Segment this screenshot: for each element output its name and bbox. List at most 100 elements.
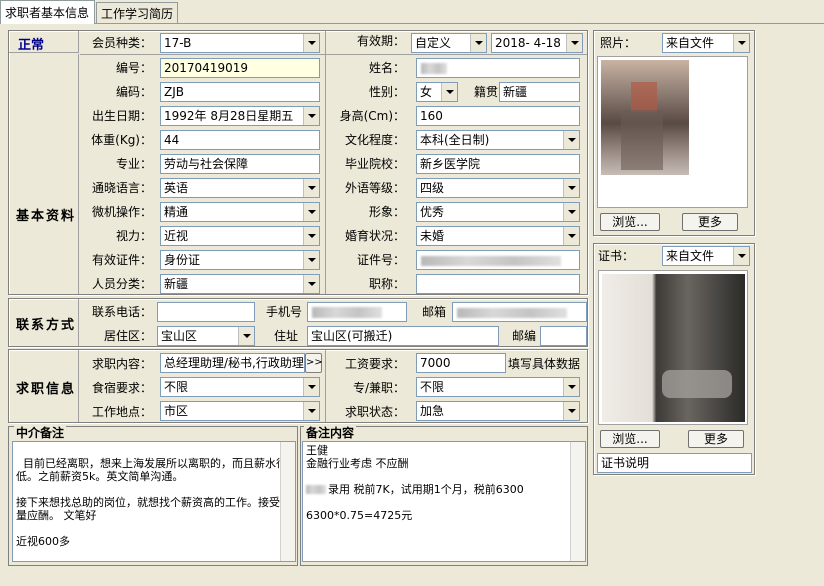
- job-content-field[interactable]: 总经理助理/秘书,行政助理: [160, 353, 305, 373]
- name-field[interactable]: [416, 58, 580, 78]
- remarks-line: 金融行业考虑 不应酬: [306, 457, 409, 470]
- cert-box[interactable]: [598, 270, 748, 425]
- chevron-down-icon: [737, 41, 746, 45]
- board-select[interactable]: 不限: [160, 377, 320, 397]
- agency-notes-title: 中介备注: [14, 424, 67, 441]
- section-basic-title: 基本资料: [16, 209, 77, 224]
- chevron-down-icon: [474, 41, 483, 45]
- email-label: 邮箱: [421, 305, 446, 319]
- scrollbar[interactable]: [280, 442, 295, 561]
- postcode-field[interactable]: [540, 326, 587, 346]
- weight-field[interactable]: 44: [160, 130, 320, 150]
- validity-mode-select[interactable]: 自定义: [411, 33, 487, 53]
- gender-select[interactable]: 女: [416, 82, 458, 102]
- native-field[interactable]: 新疆: [499, 82, 580, 102]
- board-label: 食宿要求：: [91, 381, 152, 395]
- cert-browse-button[interactable]: 浏览...: [600, 430, 660, 448]
- id-no-label: 证件号：: [356, 253, 405, 267]
- category-select[interactable]: 新疆: [160, 274, 320, 294]
- chevron-down-icon: [307, 114, 316, 118]
- education-label: 文化程度：: [344, 133, 405, 147]
- major-field[interactable]: 劳动与社会保障: [160, 154, 320, 174]
- photo-image: [601, 60, 689, 175]
- cert-label: 证书：: [598, 249, 635, 263]
- agency-notes-text: 目前已经离职，想来上海发展所以离职的，而且薪水很低。之前薪资5k。英文简单沟通。…: [16, 457, 291, 548]
- computer-label: 微机操作：: [91, 205, 152, 219]
- chevron-down-icon: [307, 41, 316, 45]
- chevron-down-icon: [570, 41, 579, 45]
- tab-basic-info[interactable]: 求职者基本信息: [0, 0, 95, 24]
- chevron-down-icon: [242, 334, 251, 338]
- job-status-select[interactable]: 加急: [416, 401, 580, 421]
- remarks-memo[interactable]: 王健 金融行业考虑 不应酬 录用 税前7K，试用期1个月，税前6300 6300…: [302, 441, 586, 562]
- cert-more-button[interactable]: 更多: [688, 430, 744, 448]
- height-field[interactable]: 160: [416, 106, 580, 126]
- remarks-line-wrap: 录用 税前7K，试用期1个月，税前6300: [306, 483, 582, 496]
- lang-level-select[interactable]: 四级: [416, 178, 580, 198]
- cert-description-field[interactable]: 证书说明: [597, 453, 752, 473]
- chevron-down-icon: [307, 409, 316, 413]
- serial-field[interactable]: 20170419019: [160, 58, 320, 78]
- validity-date-picker[interactable]: 2018- 4-18: [491, 33, 583, 53]
- school-field[interactable]: 新乡医学院: [416, 154, 580, 174]
- appearance-select[interactable]: 优秀: [416, 202, 580, 222]
- chevron-down-icon: [307, 234, 316, 238]
- chevron-down-icon: [567, 210, 576, 214]
- postcode-label: 邮编: [511, 329, 536, 343]
- native-label: 籍贯: [473, 85, 498, 99]
- birth-date-picker[interactable]: 1992年 8月28日星期五: [160, 106, 320, 126]
- job-content-more-button[interactable]: >>: [305, 353, 323, 373]
- id-no-field[interactable]: [416, 250, 580, 270]
- id-type-select[interactable]: 身份证: [160, 250, 320, 270]
- school-label: 毕业院校：: [344, 157, 405, 171]
- mobile-field[interactable]: [307, 302, 407, 322]
- address-field[interactable]: 宝山区(可搬迁): [307, 326, 499, 346]
- location-label: 工作地点：: [91, 405, 152, 419]
- photo-box[interactable]: [597, 56, 748, 208]
- district-select[interactable]: 宝山区: [157, 326, 255, 346]
- redacted-text: [312, 307, 382, 318]
- photo-more-button[interactable]: 更多: [682, 213, 738, 231]
- category-label: 人员分类：: [91, 277, 152, 291]
- member-type-label: 会员种类：: [91, 36, 152, 50]
- email-field[interactable]: [452, 302, 587, 322]
- photo-label: 照片：: [600, 36, 637, 50]
- agency-notes-memo[interactable]: 目前已经离职，想来上海发展所以离职的，而且薪水很低。之前薪资5k。英文简单沟通。…: [12, 441, 296, 562]
- major-label: 专业：: [115, 157, 152, 171]
- marital-label: 婚育状况：: [344, 229, 405, 243]
- chevron-down-icon: [307, 210, 316, 214]
- location-select[interactable]: 市区: [160, 401, 320, 421]
- cert-source-select[interactable]: 来自文件: [662, 246, 750, 266]
- job-status-label: 求职状态：: [344, 405, 405, 419]
- redacted-text: [457, 308, 567, 318]
- address-label: 住址: [273, 329, 298, 343]
- computer-select[interactable]: 精通: [160, 202, 320, 222]
- birth-label: 出生日期：: [91, 109, 152, 123]
- id-type-label: 有效证件：: [91, 253, 152, 267]
- fulltime-select[interactable]: 不限: [416, 377, 580, 397]
- code-field[interactable]: ZJB: [160, 82, 320, 102]
- phone-label: 联系电话：: [91, 305, 152, 319]
- marital-select[interactable]: 未婚: [416, 226, 580, 246]
- title-field[interactable]: [416, 274, 580, 294]
- member-type-select[interactable]: 17-B: [160, 33, 320, 53]
- language-select[interactable]: 英语: [160, 178, 320, 198]
- serial-label: 编号：: [115, 61, 152, 75]
- fulltime-label: 专/兼职：: [352, 381, 405, 395]
- salary-field[interactable]: 7000: [416, 353, 506, 373]
- scrollbar[interactable]: [570, 442, 585, 561]
- tab-resume[interactable]: 工作学习简历: [96, 2, 178, 23]
- language-label: 通晓语言：: [91, 181, 152, 195]
- vision-select[interactable]: 近视: [160, 226, 320, 246]
- mobile-label: 手机号: [265, 305, 302, 319]
- remarks-line: 6300*0.75=4725元: [306, 509, 413, 522]
- code-label: 编码：: [115, 85, 152, 99]
- chevron-down-icon: [737, 254, 746, 258]
- phone-field[interactable]: [157, 302, 255, 322]
- photo-browse-button[interactable]: 浏览...: [600, 213, 660, 231]
- education-select[interactable]: 本科(全日制): [416, 130, 580, 150]
- photo-source-select[interactable]: 来自文件: [662, 33, 750, 53]
- job-content-label: 求职内容：: [91, 357, 152, 371]
- tab-strip: 求职者基本信息 工作学习简历: [0, 0, 824, 24]
- remarks-line: 录用 税前7K，试用期1个月，税前6300: [328, 483, 524, 496]
